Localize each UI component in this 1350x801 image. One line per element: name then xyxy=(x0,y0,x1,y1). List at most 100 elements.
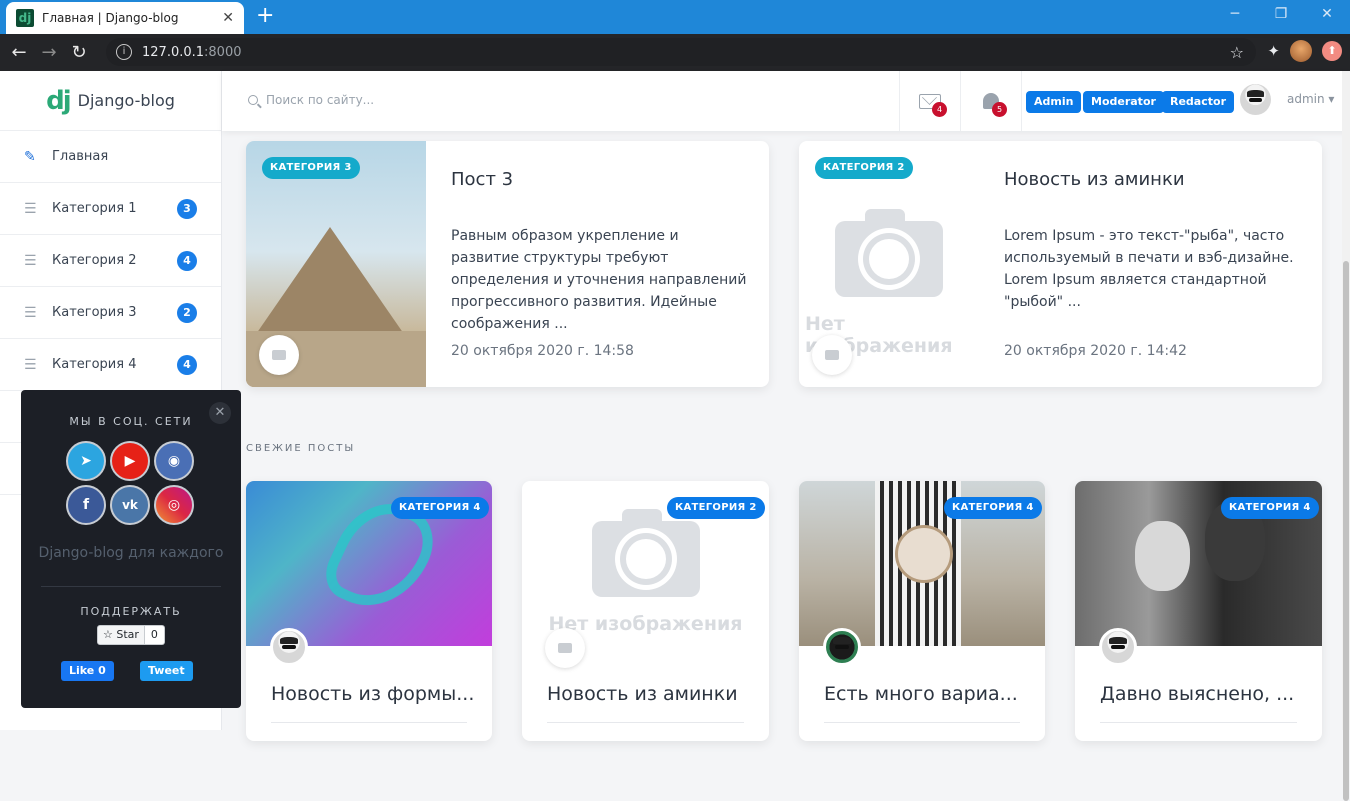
restore-icon[interactable]: ❐ xyxy=(1258,0,1304,30)
camera-icon xyxy=(812,335,852,375)
category-badge[interactable]: КАТЕГОРИЯ 3 xyxy=(262,157,360,179)
browser-toolbar: ← → ↻ i 127.0.0.1:8000 ☆ ✦ ⬆ xyxy=(0,34,1350,71)
divider xyxy=(824,722,1020,723)
update-icon[interactable]: ⬆ xyxy=(1322,41,1342,61)
facebook-like-button[interactable]: Like 0 xyxy=(61,661,114,681)
star-icon: ☆ xyxy=(103,628,117,641)
post-title[interactable]: Давно выяснено, ... xyxy=(1100,683,1294,705)
moderator-role-button[interactable]: Moderator xyxy=(1083,91,1164,113)
count-badge: 4 xyxy=(177,250,197,271)
browser-tab[interactable]: dj Главная | Django-blog ✕ xyxy=(6,2,244,34)
scrollbar-thumb[interactable] xyxy=(1343,261,1349,801)
sidebar-item-category-4[interactable]: ☰ Категория 4 4 xyxy=(0,339,221,391)
author-avatar[interactable] xyxy=(823,628,861,666)
post-card[interactable]: Нет изображения КАТЕГОРИЯ 2 Новость из а… xyxy=(522,481,769,741)
social-title: МЫ В СОЦ. СЕТИ xyxy=(69,415,193,428)
user-menu[interactable]: admin ▾ xyxy=(1287,92,1334,106)
category-badge[interactable]: КАТЕГОРИЯ 4 xyxy=(1221,497,1319,519)
no-image-placeholder: Нет изображения xyxy=(542,509,749,635)
browser-titlebar: dj Главная | Django-blog ✕ + ─ ❐ ✕ xyxy=(0,0,1350,34)
django-favicon-icon: dj xyxy=(16,9,34,27)
post-title[interactable]: Новость из аминки xyxy=(1004,169,1185,190)
instagram-icon[interactable]: ◎ xyxy=(154,485,194,525)
post-excerpt: Lorem Ipsum - это текст-"рыба", часто ис… xyxy=(1004,228,1294,310)
star-label: Star xyxy=(116,628,139,641)
divider xyxy=(271,722,467,723)
bookmark-star-icon[interactable]: ☆ xyxy=(1230,43,1244,62)
messages-count-badge: 4 xyxy=(932,102,947,117)
sidebar-item-label: Категория 1 xyxy=(52,201,137,216)
divider xyxy=(1100,722,1297,723)
camera-icon xyxy=(835,209,943,297)
post-card[interactable]: КАТЕГОРИЯ 4 Новость из формы... xyxy=(246,481,492,741)
username: admin xyxy=(1287,92,1325,106)
search-icon xyxy=(248,95,258,105)
sidebar-item-category-3[interactable]: ☰ Категория 3 2 xyxy=(0,287,221,339)
telegram-icon[interactable]: ➤ xyxy=(66,441,106,481)
post-title[interactable]: Есть много вариа... xyxy=(824,683,1018,705)
author-avatar[interactable] xyxy=(270,628,308,666)
support-title: ПОДДЕРЖАТЬ xyxy=(80,605,182,618)
post-title[interactable]: Пост 3 xyxy=(451,169,513,190)
profile-avatar[interactable] xyxy=(1290,40,1312,62)
notifications-count-badge: 5 xyxy=(992,102,1007,117)
bag-shape xyxy=(895,525,953,583)
sidebar-item-home[interactable]: ✎ Главная xyxy=(0,131,221,183)
social-tagline: Django-blog для каждого xyxy=(38,545,224,561)
featured-post-card[interactable]: КАТЕГОРИЯ 3 Пост 3 Равным образом укрепл… xyxy=(246,141,769,387)
sidebar-item-category-1[interactable]: ☰ Категория 1 3 xyxy=(0,183,221,235)
post-title[interactable]: Новость из формы... xyxy=(271,683,474,705)
user-avatar[interactable] xyxy=(1240,84,1271,115)
redactor-role-button[interactable]: Redactor xyxy=(1162,91,1234,113)
tweet-button[interactable]: Tweet xyxy=(140,661,193,681)
site-header: Поиск по сайту... 4 5 Admin Moderator Re… xyxy=(222,71,1350,131)
count-badge: 4 xyxy=(177,354,197,375)
extensions-icon[interactable]: ✦ xyxy=(1267,42,1280,60)
github-star-button[interactable]: ☆ Star 0 xyxy=(97,625,165,645)
post-card[interactable]: КАТЕГОРИЯ 4 Давно выяснено, ... xyxy=(1075,481,1322,741)
list-icon: ☰ xyxy=(24,252,37,269)
new-tab-icon[interactable]: + xyxy=(256,4,274,28)
django-logo-icon: dj xyxy=(46,85,71,116)
forward-icon[interactable]: → xyxy=(34,42,64,63)
tab-close-icon[interactable]: ✕ xyxy=(222,10,234,26)
address-bar[interactable]: i 127.0.0.1:8000 ☆ xyxy=(106,38,1256,66)
reload-icon[interactable]: ↻ xyxy=(64,42,94,63)
category-badge[interactable]: КАТЕГОРИЯ 2 xyxy=(667,497,765,519)
list-icon: ☰ xyxy=(24,304,37,321)
face-shape xyxy=(1135,521,1190,591)
featured-post-card[interactable]: Нет изображения КАТЕГОРИЯ 2 Новость из а… xyxy=(799,141,1322,387)
admin-role-button[interactable]: Admin xyxy=(1026,91,1082,113)
search-input[interactable]: Поиск по сайту... xyxy=(248,93,374,107)
social-popup: ✕ МЫ В СОЦ. СЕТИ ➤ ▶ ◉ f vk ◎ Django-blo… xyxy=(21,390,241,708)
back-icon[interactable]: ← xyxy=(4,42,34,63)
section-title: СВЕЖИЕ ПОСТЫ xyxy=(246,443,356,454)
count-badge: 3 xyxy=(177,198,197,219)
category-badge[interactable]: КАТЕГОРИЯ 4 xyxy=(391,497,489,519)
github-icon[interactable]: ◉ xyxy=(154,441,194,481)
search-placeholder: Поиск по сайту... xyxy=(266,93,375,107)
list-icon: ☰ xyxy=(24,356,37,373)
post-card[interactable]: КАТЕГОРИЯ 4 Есть много вариа... xyxy=(799,481,1045,741)
post-excerpt: Равным образом укрепление и развитие стр… xyxy=(451,228,747,332)
category-badge[interactable]: КАТЕГОРИЯ 4 xyxy=(944,497,1042,519)
star-count: 0 xyxy=(144,625,165,645)
close-window-icon[interactable]: ✕ xyxy=(1304,0,1350,30)
minimize-icon[interactable]: ─ xyxy=(1212,0,1258,30)
vk-icon[interactable]: vk xyxy=(110,485,150,525)
category-badge[interactable]: КАТЕГОРИЯ 2 xyxy=(815,157,913,179)
brand-logo[interactable]: dj Django-blog xyxy=(0,71,221,131)
post-title[interactable]: Новость из аминки xyxy=(547,683,738,705)
site-info-icon[interactable]: i xyxy=(116,44,132,60)
divider xyxy=(1021,71,1022,131)
notifications-button[interactable]: 5 xyxy=(961,71,1021,131)
sidebar-item-category-2[interactable]: ☰ Категория 2 4 xyxy=(0,235,221,287)
window-controls: ─ ❐ ✕ xyxy=(1212,0,1350,30)
tab-title: Главная | Django-blog xyxy=(42,11,179,25)
facebook-icon[interactable]: f xyxy=(66,485,106,525)
author-avatar[interactable] xyxy=(1099,628,1137,666)
scrollbar[interactable] xyxy=(1342,71,1350,801)
sidebar-item-label: Категория 4 xyxy=(52,357,137,372)
youtube-icon[interactable]: ▶ xyxy=(110,441,150,481)
messages-button[interactable]: 4 xyxy=(900,71,960,131)
